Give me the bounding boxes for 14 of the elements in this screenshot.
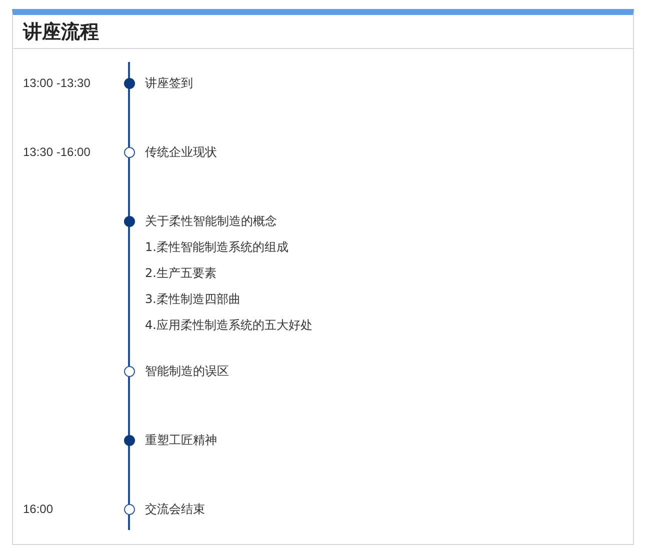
time-label: 13:00 -13:30 [23, 76, 90, 90]
page-title: 讲座流程 [23, 20, 99, 44]
event-detail: 1.柔性智能制造系统的组成 [145, 239, 290, 256]
event-title: 交流会结束 [145, 501, 205, 518]
time-label: 13:30 -16:00 [23, 145, 90, 159]
event-title: 关于柔性智能制造的概念 [145, 213, 278, 230]
event-title: 传统企业现状 [145, 144, 217, 161]
event-title: 讲座签到 [145, 75, 193, 92]
event-detail: 4.应用柔性制造系统的五大好处 [145, 317, 312, 334]
event-detail: 3.柔性制造四部曲 [145, 291, 242, 308]
event-title: 重塑工匠精神 [145, 432, 217, 449]
event-title: 智能制造的误区 [145, 363, 229, 380]
event-detail: 2.生产五要素 [145, 265, 218, 282]
time-label: 16:00 [23, 502, 54, 516]
